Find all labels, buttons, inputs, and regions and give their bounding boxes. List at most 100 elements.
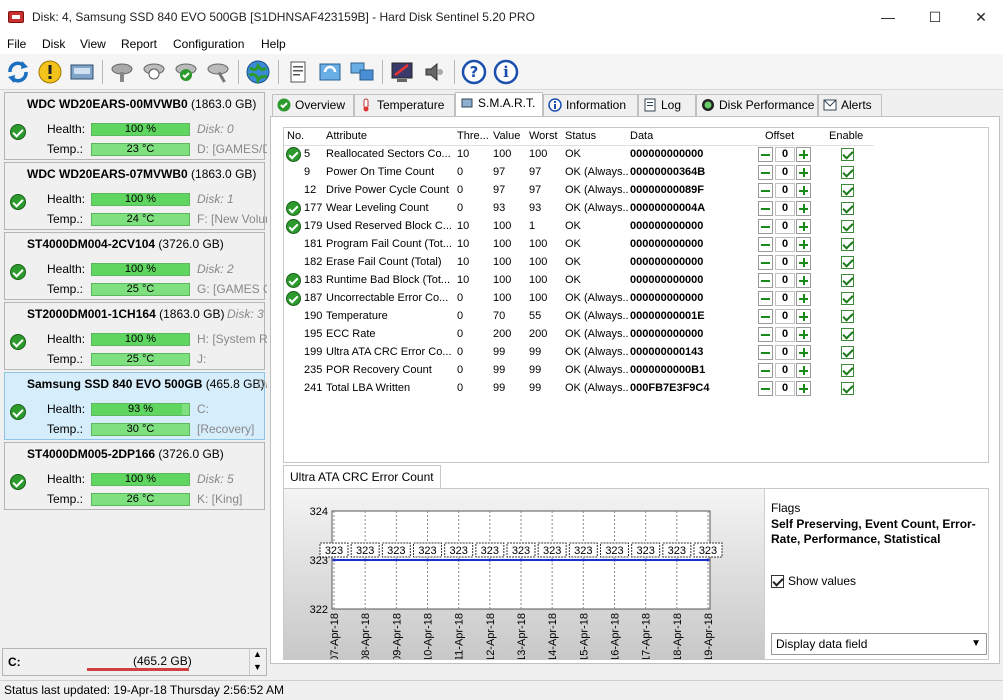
sound-button[interactable]: [420, 58, 448, 86]
disk-tool-button-2[interactable]: [204, 58, 232, 86]
offset-value[interactable]: 0: [775, 273, 795, 288]
offset-decrease-button[interactable]: [758, 183, 773, 198]
enable-checkbox[interactable]: [841, 202, 854, 215]
chart-tab[interactable]: Ultra ATA CRC Error Count: [283, 465, 441, 489]
table-row[interactable]: 177 Wear Leveling Count 0 93 93 OK (Always...…: [284, 200, 874, 218]
offset-increase-button[interactable]: [796, 219, 811, 234]
col-status[interactable]: Status: [565, 130, 596, 142]
menu-report[interactable]: Report: [121, 37, 157, 51]
col-worst[interactable]: Worst: [529, 130, 558, 142]
offset-decrease-button[interactable]: [758, 237, 773, 252]
offset-decrease-button[interactable]: [758, 345, 773, 360]
menu-configuration[interactable]: Configuration: [173, 37, 244, 51]
display-data-select[interactable]: Display data field ▼: [771, 633, 987, 655]
enable-checkbox[interactable]: [841, 256, 854, 269]
disk-item[interactable]: Samsung SSD 840 EVO 500GB (465.8 GB) Heal…: [4, 372, 267, 440]
offset-increase-button[interactable]: [796, 183, 811, 198]
tab-log[interactable]: Log: [638, 94, 696, 116]
offset-value[interactable]: 0: [775, 345, 795, 360]
offset-decrease-button[interactable]: [758, 273, 773, 288]
web-button[interactable]: [244, 58, 272, 86]
report-button[interactable]: [284, 58, 312, 86]
enable-checkbox[interactable]: [841, 220, 854, 233]
offset-value[interactable]: 0: [775, 255, 795, 270]
col-threshold[interactable]: Thre...: [457, 130, 489, 142]
minimize-button[interactable]: —: [865, 0, 911, 34]
offset-decrease-button[interactable]: [758, 291, 773, 306]
offset-value[interactable]: 0: [775, 309, 795, 324]
enable-checkbox[interactable]: [841, 238, 854, 251]
col-value[interactable]: Value: [493, 130, 520, 142]
col-attribute[interactable]: Attribute: [326, 130, 367, 142]
enable-checkbox[interactable]: [841, 148, 854, 161]
offset-value[interactable]: 0: [775, 147, 795, 162]
menu-file[interactable]: File: [7, 37, 26, 51]
configuration-button[interactable]: [388, 58, 416, 86]
offset-decrease-button[interactable]: [758, 201, 773, 216]
show-values-checkbox[interactable]: [771, 575, 784, 588]
table-row[interactable]: 199 Ultra ATA CRC Error Co... 0 99 99 OK (Alw…: [284, 344, 874, 362]
offset-value[interactable]: 0: [775, 381, 795, 396]
offset-value[interactable]: 0: [775, 291, 795, 306]
offset-value[interactable]: 0: [775, 183, 795, 198]
enable-checkbox[interactable]: [841, 274, 854, 287]
tab-alerts[interactable]: Alerts: [818, 94, 882, 116]
enable-checkbox[interactable]: [841, 346, 854, 359]
offset-increase-button[interactable]: [796, 327, 811, 342]
offset-decrease-button[interactable]: [758, 255, 773, 270]
table-row[interactable]: 179 Used Reserved Block C... 10 100 1 OK 00000…: [284, 218, 874, 236]
offset-decrease-button[interactable]: [758, 381, 773, 396]
maximize-button[interactable]: ☐: [912, 0, 958, 34]
tab-smart[interactable]: S.M.A.R.T.: [455, 92, 543, 117]
alert-button[interactable]: [36, 58, 64, 86]
offset-decrease-button[interactable]: [758, 309, 773, 324]
table-row[interactable]: 12 Drive Power Cycle Count 0 97 97 OK (Always…: [284, 182, 874, 200]
disk-tool-button-1[interactable]: [108, 58, 136, 86]
disk-check-button[interactable]: [172, 58, 200, 86]
disk-item[interactable]: ST2000DM001-1CH164 (1863.0 GB) Health: 100…: [4, 302, 267, 370]
disk-item[interactable]: WDC WD20EARS-00MVWB0 (1863.0 GB) Health: 1…: [4, 92, 267, 160]
disk-test-button[interactable]: [140, 58, 168, 86]
offset-value[interactable]: 0: [775, 201, 795, 216]
enable-checkbox[interactable]: [841, 310, 854, 323]
offset-increase-button[interactable]: [796, 381, 811, 396]
enable-checkbox[interactable]: [841, 364, 854, 377]
menu-view[interactable]: View: [80, 37, 106, 51]
table-row[interactable]: 195 ECC Rate 0 200 200 OK (Always... 000000000…: [284, 326, 874, 344]
disk-button[interactable]: [68, 58, 96, 86]
disk-item[interactable]: ST4000DM005-2DP166 (3726.0 GB) Health: 100…: [4, 442, 265, 510]
offset-increase-button[interactable]: [796, 309, 811, 324]
info-button[interactable]: i: [492, 58, 520, 86]
col-offset[interactable]: Offset: [765, 130, 794, 142]
help-button[interactable]: ?: [460, 58, 488, 86]
col-no[interactable]: No.: [287, 130, 304, 142]
close-button[interactable]: ✕: [958, 0, 1003, 34]
offset-decrease-button[interactable]: [758, 147, 773, 162]
disk-item[interactable]: WDC WD20EARS-07MVWB0 (1863.0 GB) Health: 1…: [4, 162, 267, 230]
enable-checkbox[interactable]: [841, 166, 854, 179]
table-row[interactable]: 5 Reallocated Sectors Co... 10 100 100 OK 0000…: [284, 146, 874, 164]
col-enable[interactable]: Enable: [829, 130, 863, 142]
offset-increase-button[interactable]: [796, 363, 811, 378]
offset-value[interactable]: 0: [775, 165, 795, 180]
tab-temperature[interactable]: Temperature: [354, 94, 455, 116]
partition-box[interactable]: C: (465.2 GB) ▲ ▼: [2, 648, 267, 676]
sync-button[interactable]: [316, 58, 344, 86]
offset-value[interactable]: 0: [775, 363, 795, 378]
tab-overview[interactable]: Overview: [272, 94, 354, 116]
disk-item[interactable]: ST4000DM004-2CV104 (3726.0 GB) Health: 100…: [4, 232, 267, 300]
tab-information[interactable]: Information: [543, 94, 638, 116]
menu-help[interactable]: Help: [261, 37, 286, 51]
table-row[interactable]: 187 Uncorrectable Error Co... 0 100 100 OK (A…: [284, 290, 874, 308]
offset-decrease-button[interactable]: [758, 219, 773, 234]
offset-decrease-button[interactable]: [758, 327, 773, 342]
offset-decrease-button[interactable]: [758, 165, 773, 180]
table-row[interactable]: 241 Total LBA Written 0 99 99 OK (Always... 00…: [284, 380, 874, 398]
table-row[interactable]: 183 Runtime Bad Block (Tot... 10 100 100 OK 00…: [284, 272, 874, 290]
offset-increase-button[interactable]: [796, 291, 811, 306]
enable-checkbox[interactable]: [841, 184, 854, 197]
offset-value[interactable]: 0: [775, 237, 795, 252]
network-button[interactable]: [348, 58, 376, 86]
table-row[interactable]: 181 Program Fail Count (Tot... 10 100 100 OK 0…: [284, 236, 874, 254]
offset-value[interactable]: 0: [775, 219, 795, 234]
